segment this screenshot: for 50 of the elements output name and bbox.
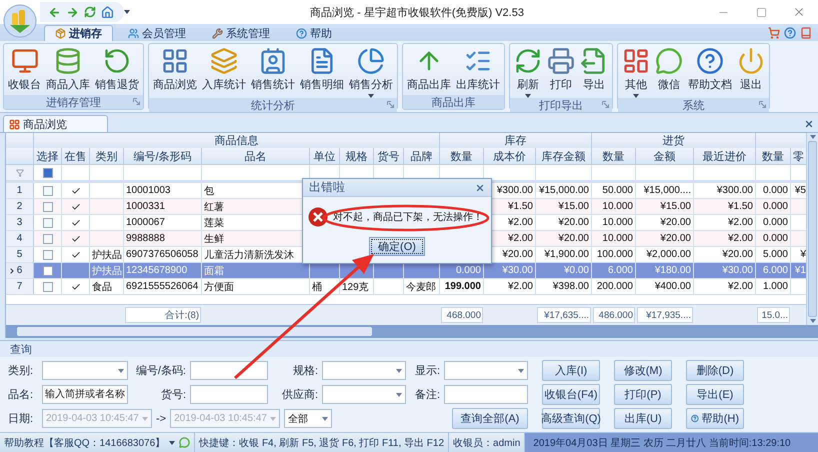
field-label: 备注: [414,388,440,402]
panel-title: 查询 [9,342,33,357]
field-label: 编号/条码: [134,364,186,378]
field-label: 类别: [8,364,34,378]
total-cell: 15.0... [757,307,790,323]
field-label: 品名: [8,388,34,402]
group-label: 统计分析 [149,98,397,112]
table-cell: 1.000 [756,279,791,295]
cashier-label: 收银员：admin [453,436,520,450]
row-number: 3 [16,217,22,228]
field-label: 供应商: [280,388,318,402]
table-cell: 129克 [340,279,374,295]
row-number: 2 [16,201,22,212]
table-cell: 桶 [310,279,340,295]
total-cell: 合计:(8) [125,307,201,323]
table-cell: ¥400.00 [636,279,694,295]
total-cell: ¥17,935.... [637,307,693,323]
field-label: 规格: [292,364,318,378]
shortcut-hint: 快捷键：收银 F4, 刷新 F5, 退货 F6, 打印 F11, 导出 F12 [199,436,444,450]
group-label: 进销存管理 [4,95,143,109]
row-number: 4 [16,233,22,244]
table-cell: 6921555526064 [124,279,202,295]
column-group-header: 库存 [440,133,592,149]
field-label: 显示: [414,364,440,378]
column-group-header: 商品信息 [34,133,440,149]
table-cell: 今麦郎 [404,279,440,295]
group-label: 打印导出 [510,98,612,112]
range-separator: -> [156,412,166,424]
table-cell: 食品 [90,279,124,295]
datetime-panel: 2019年04月03日 星期三 农历 二月廿八 当前时间:13:29:10 [525,433,818,452]
total-cell: ¥17,635.... [537,307,591,323]
table-cell: ¥2.00 [694,279,756,295]
row-number: 1 [16,185,22,196]
table-cell: 199.000 [440,279,484,295]
group-label: 商品出库 [403,95,504,109]
table-cell: ¥398.00 [536,279,592,295]
field-label: 日期: [8,412,34,426]
table-cell: ¥2.00 [484,279,536,295]
window-title: 商品浏览 - 星宇超市收银软件(免费版) V2.53 [309,6,525,20]
field-label: 货号: [160,388,186,402]
total-cell: 468.000 [441,307,483,323]
dialog-title: 出错啦 [309,179,345,196]
row-number: 7 [16,281,22,292]
row-number: 5 [16,249,22,260]
table-cell: 200.000 [592,279,636,295]
table-cell: 方便面 [202,279,310,295]
row-number: 6 [16,265,22,276]
group-label: 系统 [618,98,769,112]
total-cell: 486.000 [593,307,635,323]
column-group-header: 进货 [592,133,756,149]
